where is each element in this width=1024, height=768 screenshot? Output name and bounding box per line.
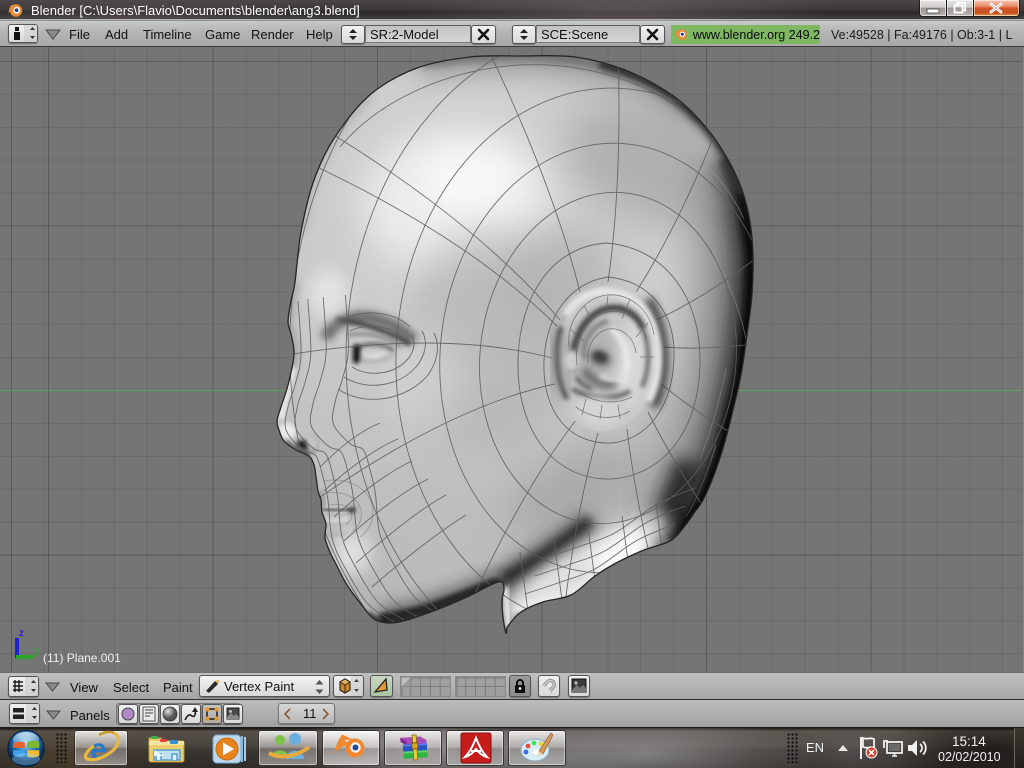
svg-text:z: z bbox=[19, 628, 24, 639]
svg-text:y: y bbox=[34, 646, 40, 657]
